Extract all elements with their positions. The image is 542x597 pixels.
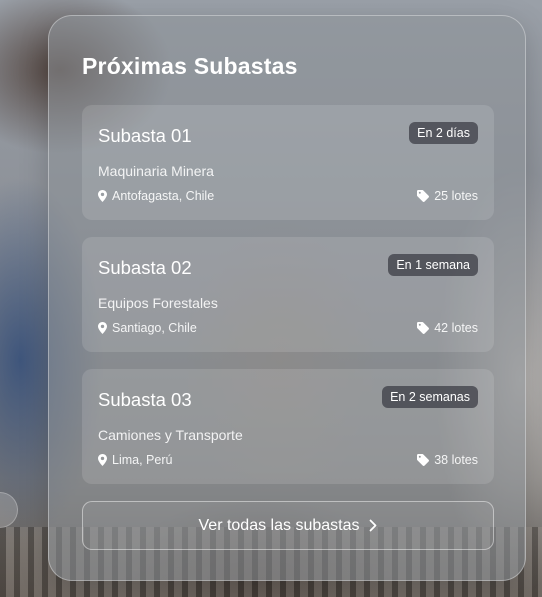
- auction-location: Antofagasta, Chile: [98, 189, 214, 203]
- upcoming-auctions-panel: Próximas Subastas Subasta 01 En 2 días M…: [48, 15, 526, 581]
- map-pin-icon: [98, 454, 107, 466]
- auction-title: Subasta 03: [98, 389, 192, 410]
- tag-icon: [417, 322, 430, 334]
- auction-time-badge: En 2 días: [409, 122, 478, 144]
- auction-category: Maquinaria Minera: [98, 163, 214, 179]
- auction-location: Lima, Perú: [98, 453, 172, 467]
- auction-card[interactable]: Subasta 02 En 1 semana Equipos Forestale…: [82, 237, 494, 352]
- auction-lots-text: 25 lotes: [434, 189, 478, 203]
- auction-lots: 25 lotes: [417, 189, 478, 203]
- auction-category: Equipos Forestales: [98, 295, 218, 311]
- auction-card[interactable]: Subasta 03 En 2 semanas Camiones y Trans…: [82, 369, 494, 484]
- view-all-label: Ver todas las subastas: [198, 516, 360, 534]
- auction-lots: 42 lotes: [417, 321, 478, 335]
- auction-category: Camiones y Transporte: [98, 427, 243, 443]
- auction-time-badge: En 2 semanas: [382, 386, 478, 408]
- panel-title: Próximas Subastas: [82, 53, 298, 79]
- map-pin-icon: [98, 322, 107, 334]
- auction-time-badge: En 1 semana: [388, 254, 478, 276]
- map-pin-icon: [98, 190, 107, 202]
- chevron-right-icon: [370, 519, 377, 532]
- carousel-prev-button[interactable]: [0, 492, 18, 528]
- auction-lots: 38 lotes: [417, 453, 478, 467]
- auction-lots-text: 42 lotes: [434, 321, 478, 335]
- tag-icon: [417, 454, 430, 466]
- auction-title: Subasta 01: [98, 125, 192, 146]
- auction-title: Subasta 02: [98, 257, 192, 278]
- auction-location-text: Lima, Perú: [112, 453, 173, 467]
- auction-location-text: Antofagasta, Chile: [112, 189, 215, 203]
- auction-location: Santiago, Chile: [98, 321, 197, 335]
- auction-location-text: Santiago, Chile: [112, 321, 197, 335]
- view-all-auctions-button[interactable]: Ver todas las subastas: [82, 501, 494, 550]
- tag-icon: [417, 190, 430, 202]
- auction-lots-text: 38 lotes: [434, 453, 478, 467]
- auction-card[interactable]: Subasta 01 En 2 días Maquinaria Minera A…: [82, 105, 494, 220]
